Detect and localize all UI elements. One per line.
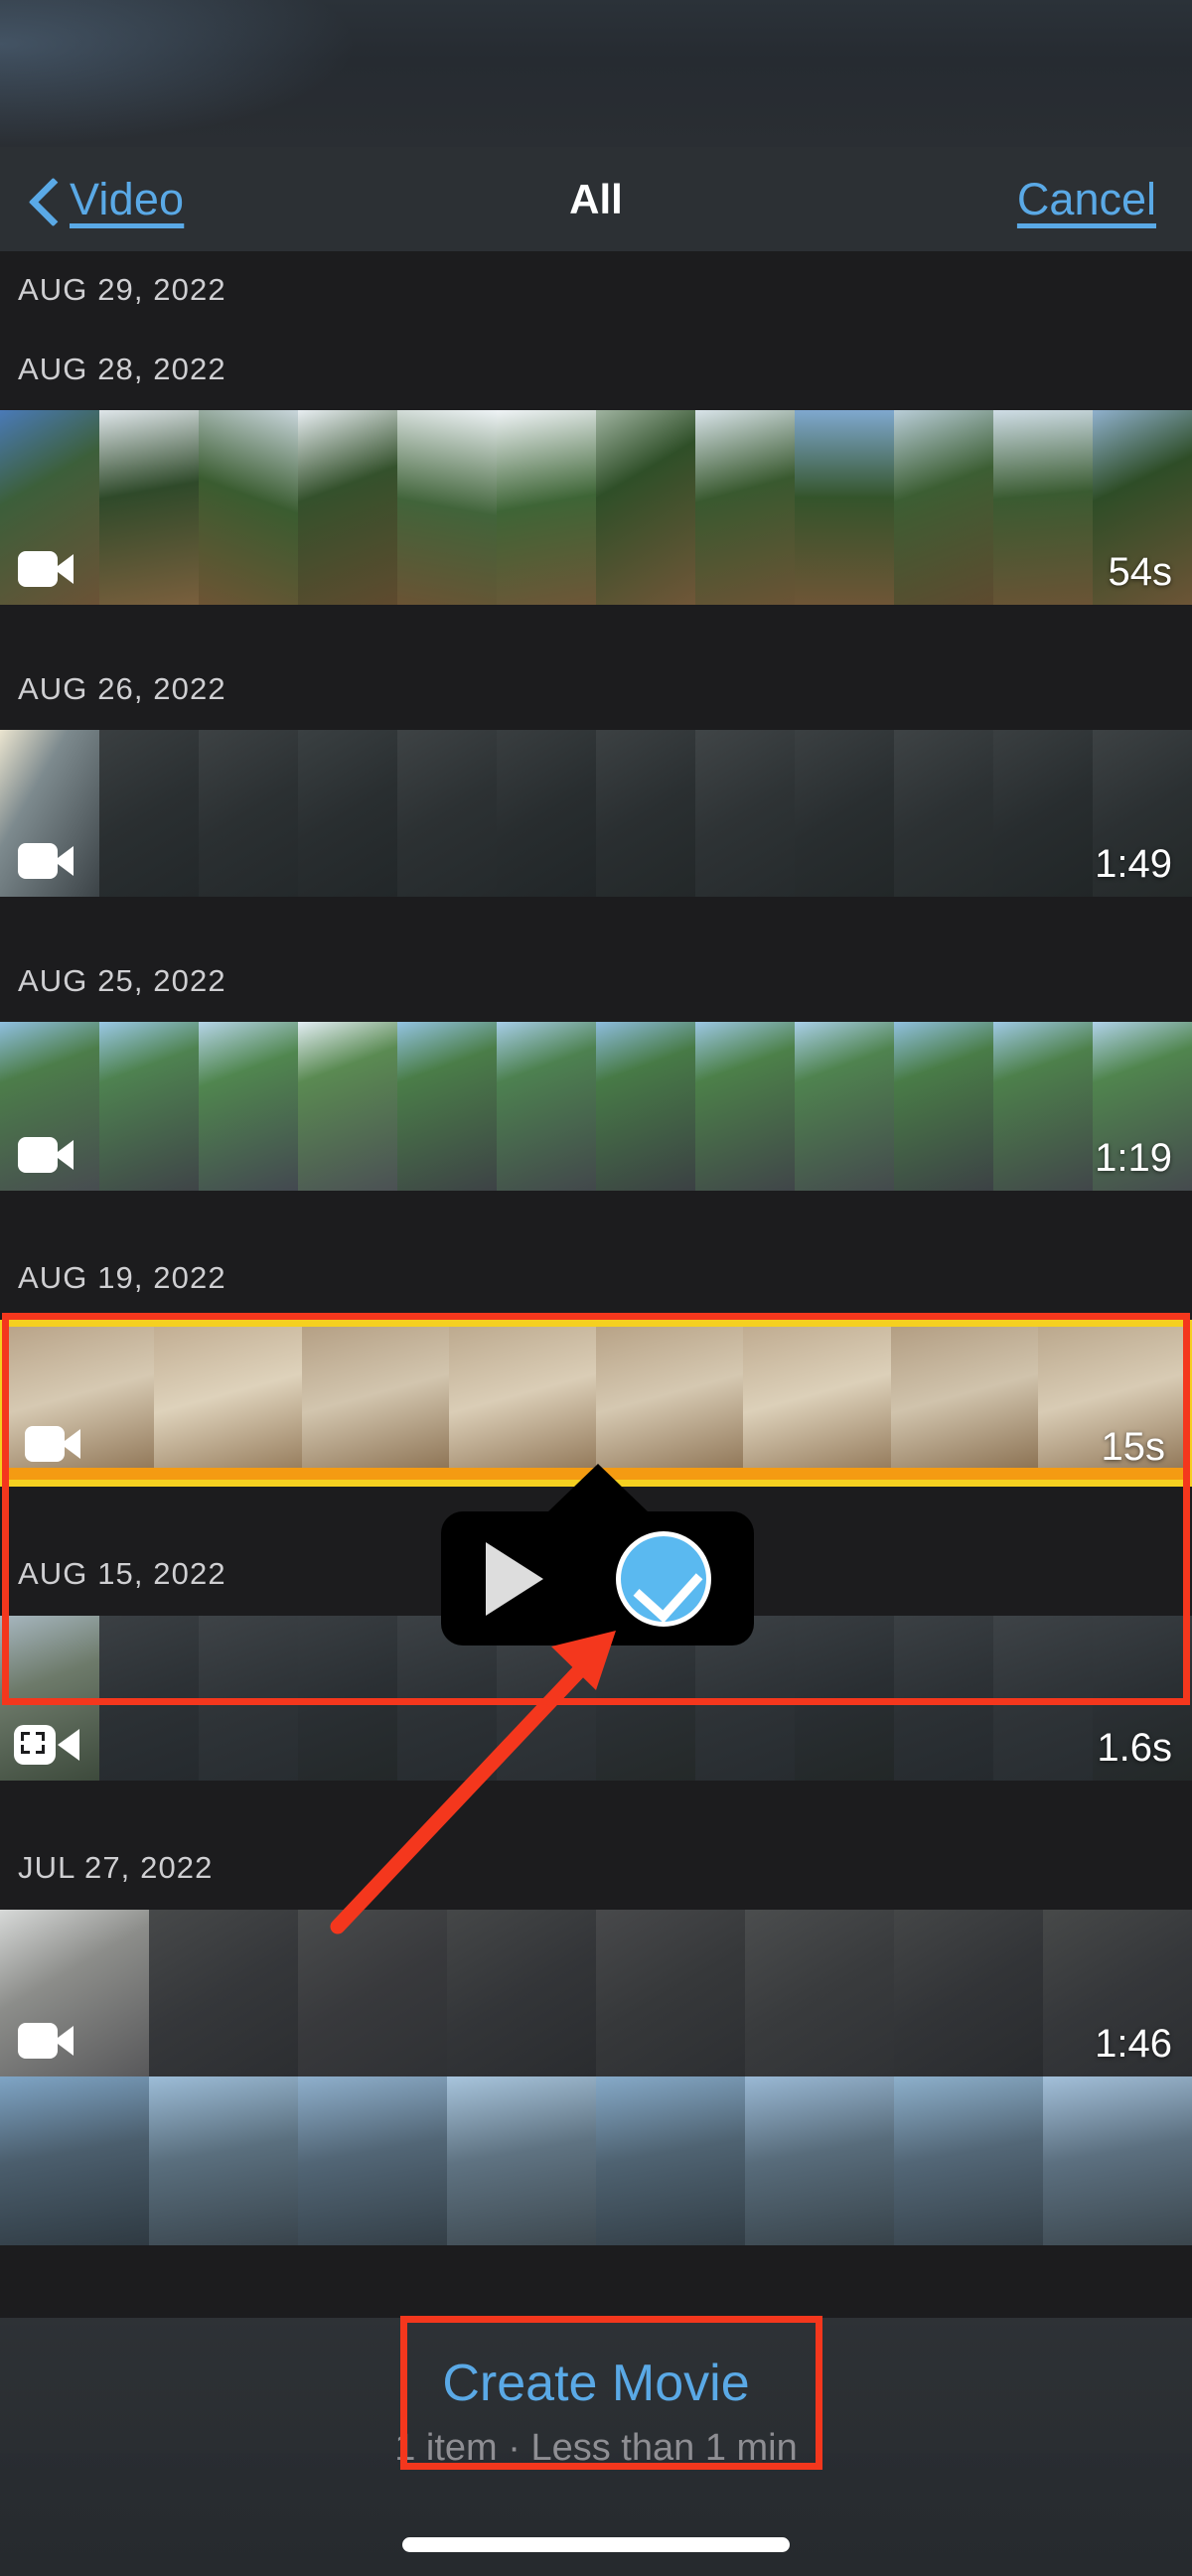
filmstrip-frame <box>596 1022 695 1191</box>
filmstrip-frame <box>199 1022 298 1191</box>
filmstrip-frame <box>596 730 695 897</box>
filmstrip-frame <box>795 730 894 897</box>
create-movie-button[interactable]: Create Movie <box>0 2354 1192 2413</box>
filmstrip-frame <box>397 1022 497 1191</box>
filmstrip-frame <box>298 410 397 605</box>
video-row-aug-19-selected[interactable]: 15s <box>0 1320 1192 1487</box>
filmstrip-frame <box>1043 2076 1192 2245</box>
video-row-aug-25[interactable]: 1:19 <box>0 1022 1192 1191</box>
status-bar <box>0 0 1192 147</box>
filmstrip-frame <box>298 730 397 897</box>
filmstrip-frame <box>199 1616 298 1781</box>
video-camera-icon <box>18 843 74 879</box>
filmstrip-frame <box>397 410 497 605</box>
filmstrip-frame <box>596 410 695 605</box>
status-bar-glow <box>0 0 358 147</box>
chevron-left-icon <box>30 177 60 222</box>
video-row-partial[interactable] <box>0 2076 1192 2245</box>
section-date-aug-28: AUG 28, 2022 <box>18 352 226 386</box>
filmstrip-frame <box>298 2076 447 2245</box>
filmstrip-frame <box>298 1022 397 1191</box>
filmstrip-frame <box>795 1022 894 1191</box>
filmstrip-frame <box>298 1910 447 2076</box>
filmstrip-frame <box>99 410 199 605</box>
filmstrip-frame <box>745 1910 894 2076</box>
video-360-icon <box>14 1725 79 1765</box>
filmstrip-frame <box>301 1327 449 1480</box>
popup-pointer <box>545 1464 650 1513</box>
video-camera-icon <box>18 551 74 587</box>
filmstrip-frame <box>596 2076 745 2245</box>
filmstrip-frame <box>199 410 298 605</box>
filmstrip-frame <box>99 1616 199 1781</box>
video-duration-badge: 15s <box>1101 1425 1166 1469</box>
media-list-scroll-area[interactable]: AUG 29, 2022 AUG 28, 2022 54s AUG 26, 20… <box>0 251 1192 2576</box>
filmstrip-frame <box>497 410 596 605</box>
filmstrip-frame <box>199 730 298 897</box>
selection-summary: 1 item · Less than 1 min <box>394 2427 798 2469</box>
filmstrip-frame <box>894 1616 993 1781</box>
filmstrip-frame <box>99 1022 199 1191</box>
section-date-jul-27: JUL 27, 2022 <box>18 1850 214 1885</box>
filmstrip-frame <box>497 730 596 897</box>
filmstrip-frame <box>695 1022 795 1191</box>
video-row-jul-27[interactable]: 1:46 <box>0 1910 1192 2076</box>
filmstrip-frame <box>99 730 199 897</box>
filmstrip-frame <box>596 1910 745 2076</box>
filmstrip-frame <box>695 410 795 605</box>
filmstrip-frame <box>695 730 795 897</box>
filmstrip-frame <box>0 2076 149 2245</box>
filmstrip-frame <box>993 1022 1093 1191</box>
filmstrip-frame <box>743 1327 891 1480</box>
filmstrip-frame <box>149 2076 298 2245</box>
filmstrip-frame <box>894 2076 1043 2245</box>
filmstrip-frame <box>447 2076 596 2245</box>
video-duration-badge: 1:46 <box>1095 2022 1172 2066</box>
filmstrip-frame <box>596 1327 744 1480</box>
filmstrip-frame <box>993 1616 1093 1781</box>
section-date-aug-26: AUG 26, 2022 <box>18 671 226 706</box>
back-button-label: Video <box>70 173 185 224</box>
video-camera-icon <box>25 1426 80 1462</box>
video-duration-badge: 1:19 <box>1095 1136 1172 1180</box>
navigation-bar: All Video Cancel <box>0 147 1192 251</box>
filmstrip-frame <box>993 410 1093 605</box>
checkmark-circle-icon[interactable] <box>616 1530 712 1627</box>
back-button[interactable]: Video <box>30 147 184 251</box>
cancel-button[interactable]: Cancel <box>1017 147 1156 251</box>
filmstrip-frame <box>298 1616 397 1781</box>
video-camera-icon <box>18 1137 74 1173</box>
play-triangle-icon[interactable] <box>485 1541 543 1616</box>
filmstrip-frame <box>497 1022 596 1191</box>
video-row-aug-28[interactable]: 54s <box>0 410 1192 605</box>
filmstrip-frame <box>894 730 993 897</box>
filmstrip-frame <box>894 1910 1043 2076</box>
filmstrip-frame <box>448 1327 596 1480</box>
filmstrip-frame <box>447 1910 596 2076</box>
bottom-action-bar: Create Movie 1 item · Less than 1 min <box>0 2318 1192 2576</box>
section-date-aug-25: AUG 25, 2022 <box>18 963 226 998</box>
section-date-aug-19: AUG 19, 2022 <box>18 1260 226 1295</box>
filmstrip-frame <box>745 2076 894 2245</box>
video-duration-badge: 1:49 <box>1095 842 1172 886</box>
filmstrip-frame <box>397 730 497 897</box>
video-row-aug-26[interactable]: 1:49 <box>0 730 1192 897</box>
section-date-aug-29: AUG 29, 2022 <box>18 272 226 307</box>
filmstrip-frame <box>154 1327 302 1480</box>
video-duration-badge: 54s <box>1108 550 1173 594</box>
filmstrip-frame <box>149 1910 298 2076</box>
filmstrip-frame <box>890 1327 1038 1480</box>
filmstrip-frame <box>795 1616 894 1781</box>
filmstrip-frame <box>795 410 894 605</box>
filmstrip-frame <box>993 730 1093 897</box>
media-action-popup[interactable] <box>441 1464 754 1646</box>
video-duration-badge: 1.6s <box>1097 1726 1172 1770</box>
filmstrip-frame <box>894 410 993 605</box>
filmstrip-frame <box>894 1022 993 1191</box>
video-camera-icon <box>18 2023 74 2059</box>
home-indicator <box>402 2537 790 2552</box>
